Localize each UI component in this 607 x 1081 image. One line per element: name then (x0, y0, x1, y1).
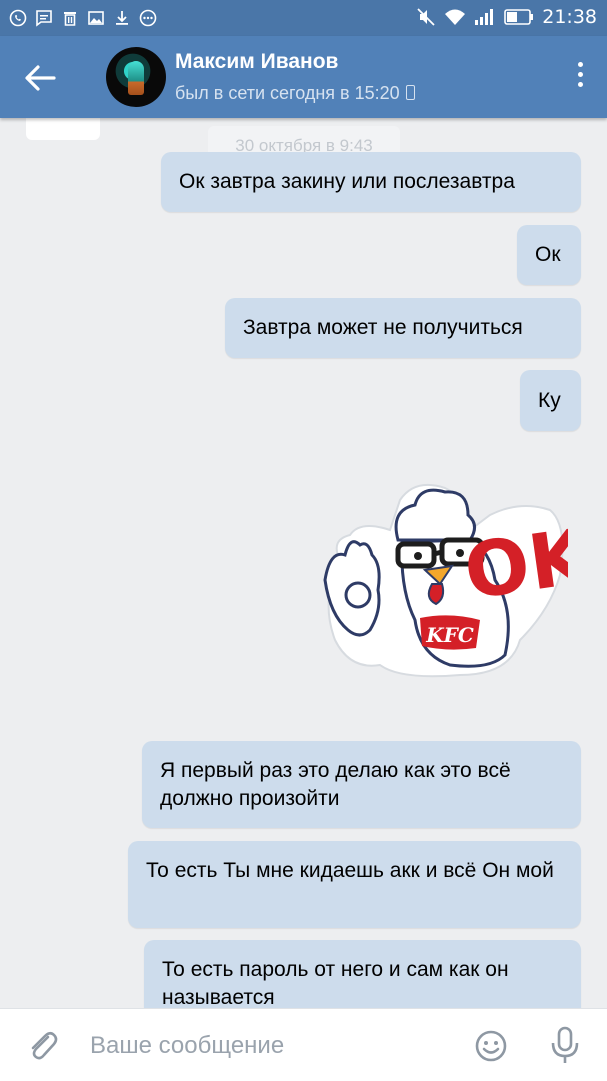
message-bubble[interactable]: Ок завтра закину или послезавтра (161, 152, 581, 212)
status-bar: 21:38 (0, 0, 607, 36)
message-list[interactable]: 30 октября в 9:43 Ок завтра закину или п… (0, 118, 607, 1008)
paperclip-icon[interactable] (24, 1027, 60, 1063)
wifi-icon (445, 9, 466, 25)
mobile-phone-icon (405, 85, 415, 100)
message-text: Я первый раз это делаю как это всё должн… (160, 759, 511, 810)
message-icon (34, 8, 54, 28)
last-seen-text: был в сети сегодня в 15:20 (175, 83, 400, 103)
message-bubble[interactable]: Ку (520, 370, 581, 431)
clock: 21:38 (542, 6, 597, 28)
message-bubble[interactable]: Завтра может не получиться (225, 298, 581, 358)
sticker-ok-text: OK (459, 511, 568, 617)
contact-status: был в сети сегодня в 15:20 (175, 83, 415, 104)
whatsapp-icon (8, 8, 28, 28)
back-button[interactable] (22, 60, 62, 96)
battery-icon (504, 9, 534, 25)
download-icon (112, 8, 132, 28)
message-input[interactable] (88, 1025, 462, 1067)
chat-header: Максим Иванов был в сети сегодня в 15:20 (0, 36, 607, 118)
message-text: Ок завтра закину или послезавтра (179, 170, 515, 193)
trash-icon (60, 8, 80, 28)
message-text: Ок (535, 243, 561, 266)
more-vertical-icon[interactable] (575, 62, 585, 94)
mute-icon (417, 8, 435, 26)
image-icon (86, 8, 106, 28)
sticker-brand: KFC (425, 623, 474, 647)
message-text: Завтра может не получиться (243, 316, 523, 339)
message-composer (0, 1008, 607, 1081)
message-text: Ку (538, 388, 561, 412)
kfc-rooster-ok-sticker[interactable]: KFC OK (320, 480, 597, 680)
emoji-icon[interactable] (474, 1029, 508, 1063)
avatar[interactable] (106, 47, 166, 107)
message-text: То есть Ты мне кидаешь акк и всё Он мой (146, 859, 554, 882)
more-circle-icon (138, 8, 158, 28)
message-text: То есть пароль от него и сам как он назы… (162, 958, 509, 1008)
message-bubble[interactable]: То есть пароль от него и сам как он назы… (144, 940, 581, 1008)
arrow-left-icon (25, 65, 56, 91)
contact-name[interactable]: Максим Иванов (175, 50, 338, 74)
message-bubble[interactable]: То есть Ты мне кидаешь акк и всё Он мой (128, 841, 581, 928)
microphone-icon[interactable] (548, 1025, 582, 1065)
message-bubble[interactable]: Я первый раз это делаю как это всё должн… (142, 741, 581, 828)
previous-message-bubble[interactable] (26, 118, 100, 140)
message-bubble[interactable]: Ок (517, 225, 581, 285)
system-icons: 21:38 (416, 6, 597, 28)
signal-icon (475, 9, 494, 25)
notification-icons (8, 8, 158, 28)
